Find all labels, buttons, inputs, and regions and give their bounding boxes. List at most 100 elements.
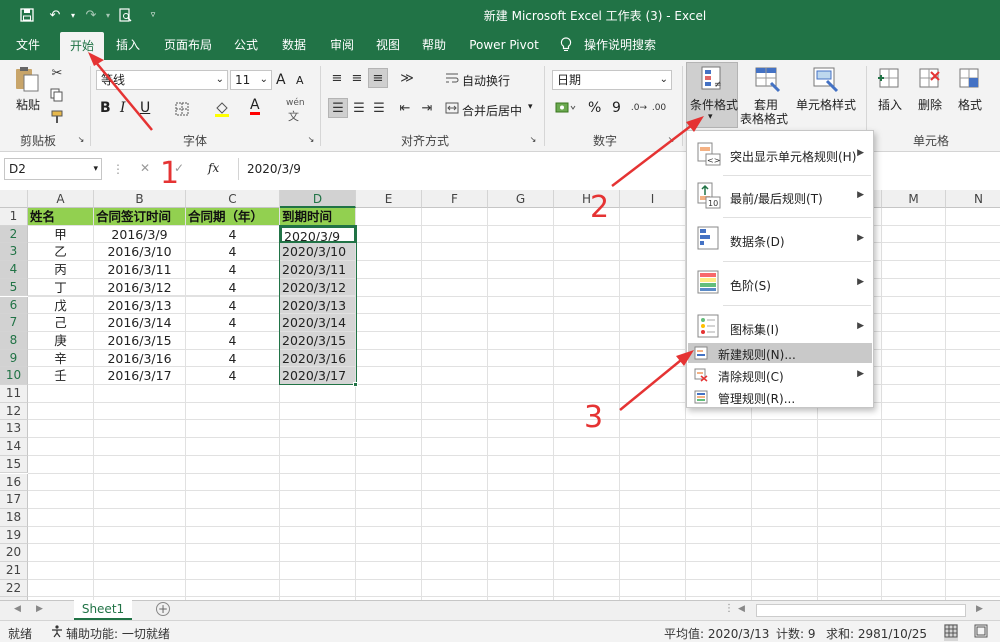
header-cell[interactable]: 姓名	[28, 208, 94, 226]
menu-item-highlight-rules[interactable]: <> 突出显示单元格规则(H) ▶	[688, 135, 872, 173]
table-cell[interactable]: 4	[186, 331, 280, 350]
table-cell[interactable]: 丙	[28, 261, 94, 279]
orientation-icon[interactable]: ≫	[396, 70, 418, 86]
table-cell[interactable]: 2020/3/16	[280, 349, 356, 368]
row-header[interactable]: 9	[0, 349, 28, 368]
scroll-right-icon[interactable]: ▶	[976, 604, 983, 614]
table-cell[interactable]: 辛	[28, 349, 94, 368]
page-layout-view-icon[interactable]	[974, 624, 988, 641]
underline-button[interactable]: U	[140, 100, 150, 116]
phonetic-button[interactable]: wén	[286, 98, 305, 108]
menu-item-data-bars[interactable]: 数据条(D) ▶	[688, 219, 872, 259]
table-cell[interactable]: 2020/3/15	[280, 331, 356, 350]
format-as-table-line2[interactable]: 表格格式	[740, 110, 788, 127]
table-cell[interactable]: 4	[186, 243, 280, 262]
font-launcher-icon[interactable]: ↘	[306, 134, 316, 144]
table-cell[interactable]: 2016/3/13	[94, 296, 186, 315]
decrease-indent-icon[interactable]: ⇤	[396, 100, 414, 116]
add-sheet-icon[interactable]: +	[156, 602, 170, 616]
row-header[interactable]: 19	[0, 526, 28, 545]
row-header[interactable]: 22	[0, 579, 28, 598]
table-cell[interactable]: 4	[186, 261, 280, 279]
column-header-d[interactable]: D	[280, 190, 356, 208]
italic-button[interactable]: I	[120, 100, 126, 116]
menu-item-clear-rules[interactable]: 清除规则(C) ▶	[688, 365, 872, 385]
tab-page-layout[interactable]: 页面布局	[156, 30, 220, 60]
column-header-e[interactable]: E	[356, 190, 422, 208]
header-cell[interactable]: 合同签订时间	[94, 208, 186, 226]
merge-center-button[interactable]: 合并后居中	[462, 102, 522, 119]
sheet-tab-sheet1[interactable]: Sheet1	[74, 600, 132, 620]
row-header[interactable]: 5	[0, 278, 28, 297]
column-header-c[interactable]: C	[186, 190, 280, 208]
row-header[interactable]: 13	[0, 420, 28, 439]
format-painter-icon[interactable]	[48, 108, 66, 126]
tell-me-search[interactable]: 操作说明搜索	[580, 30, 660, 60]
row-header[interactable]: 1	[0, 208, 28, 226]
row-header[interactable]: 14	[0, 438, 28, 456]
fill-handle[interactable]	[353, 382, 358, 387]
column-header-m[interactable]: M	[882, 190, 946, 208]
column-header-f[interactable]: F	[422, 190, 488, 208]
menu-item-top-bottom-rules[interactable]: 10 最前/最后规则(T) ▶	[688, 177, 872, 215]
shrink-font-button[interactable]: A	[296, 74, 304, 87]
table-cell[interactable]: 2020/3/14	[280, 314, 356, 332]
tab-file[interactable]: 文件	[8, 30, 48, 60]
header-cell[interactable]: 到期时间	[280, 208, 356, 226]
align-center-icon[interactable]: ☰	[350, 100, 368, 116]
table-cell[interactable]: 2020/3/12	[280, 278, 356, 297]
row-header[interactable]: 3	[0, 243, 28, 262]
accounting-format-icon[interactable]	[552, 100, 580, 116]
table-cell[interactable]: 2020/3/17	[280, 367, 356, 385]
delete-cells-button[interactable]: 删除	[918, 96, 942, 113]
menu-item-manage-rules[interactable]: 管理规则(R)...	[688, 387, 872, 407]
copy-icon[interactable]	[48, 86, 66, 104]
select-all-corner[interactable]	[0, 190, 28, 208]
table-cell[interactable]: 2016/3/17	[94, 367, 186, 385]
formula-input[interactable]: 2020/3/9	[238, 158, 1000, 180]
column-header-i[interactable]: I	[620, 190, 686, 208]
table-cell[interactable]: 4	[186, 314, 280, 332]
column-header-a[interactable]: A	[28, 190, 94, 208]
row-header[interactable]: 20	[0, 544, 28, 562]
column-header-g[interactable]: G	[488, 190, 554, 208]
font-color-button[interactable]: A	[250, 98, 260, 115]
scroll-left-icon[interactable]: ◀	[738, 604, 745, 614]
tab-formulas[interactable]: 公式	[226, 30, 266, 60]
table-cell[interactable]: 丁	[28, 278, 94, 297]
table-cell[interactable]: 4	[186, 296, 280, 315]
table-cell[interactable]: 2020/3/10	[280, 243, 356, 262]
align-right-icon[interactable]: ☰	[370, 100, 388, 116]
row-header[interactable]: 15	[0, 455, 28, 474]
font-size-select[interactable]: 11 ⌄	[230, 70, 272, 90]
borders-icon[interactable]	[172, 100, 192, 118]
row-header[interactable]: 12	[0, 402, 28, 421]
row-header[interactable]: 7	[0, 314, 28, 332]
row-header[interactable]: 17	[0, 491, 28, 509]
number-format-select[interactable]: 日期 ⌄	[552, 70, 672, 90]
tab-insert[interactable]: 插入	[108, 30, 148, 60]
row-header[interactable]: 16	[0, 473, 28, 492]
tab-home[interactable]: 开始	[60, 32, 104, 60]
table-cell[interactable]: 4	[186, 349, 280, 368]
table-cell[interactable]: 戊	[28, 296, 94, 315]
cancel-entry-button[interactable]: ✕	[140, 161, 150, 175]
cell-styles-button[interactable]: 单元格样式	[796, 96, 856, 113]
horizontal-scroll-grip-icon[interactable]: ⋮	[724, 603, 734, 614]
paste-label[interactable]: 粘贴	[16, 96, 40, 113]
font-name-select[interactable]: 等线 ⌄	[96, 70, 228, 90]
alignment-launcher-icon[interactable]: ↘	[528, 134, 538, 144]
cut-icon[interactable]: ✂	[48, 64, 66, 82]
table-cell[interactable]: 2020/3/9	[280, 225, 356, 244]
table-cell[interactable]: 4	[186, 278, 280, 297]
insert-cells-button[interactable]: 插入	[878, 96, 902, 113]
table-cell[interactable]: 壬	[28, 367, 94, 385]
row-header[interactable]: 10	[0, 367, 28, 385]
header-cell[interactable]: 合同期（年）	[186, 208, 280, 226]
merge-dropdown-icon[interactable]: ▾	[528, 102, 533, 112]
column-header-h[interactable]: H	[554, 190, 620, 208]
increase-decimal-icon[interactable]: .0→	[630, 100, 648, 116]
menu-item-icon-sets[interactable]: 图标集(I) ▶	[688, 307, 872, 347]
table-cell[interactable]: 2016/3/9	[94, 225, 186, 244]
table-cell[interactable]: 己	[28, 314, 94, 332]
